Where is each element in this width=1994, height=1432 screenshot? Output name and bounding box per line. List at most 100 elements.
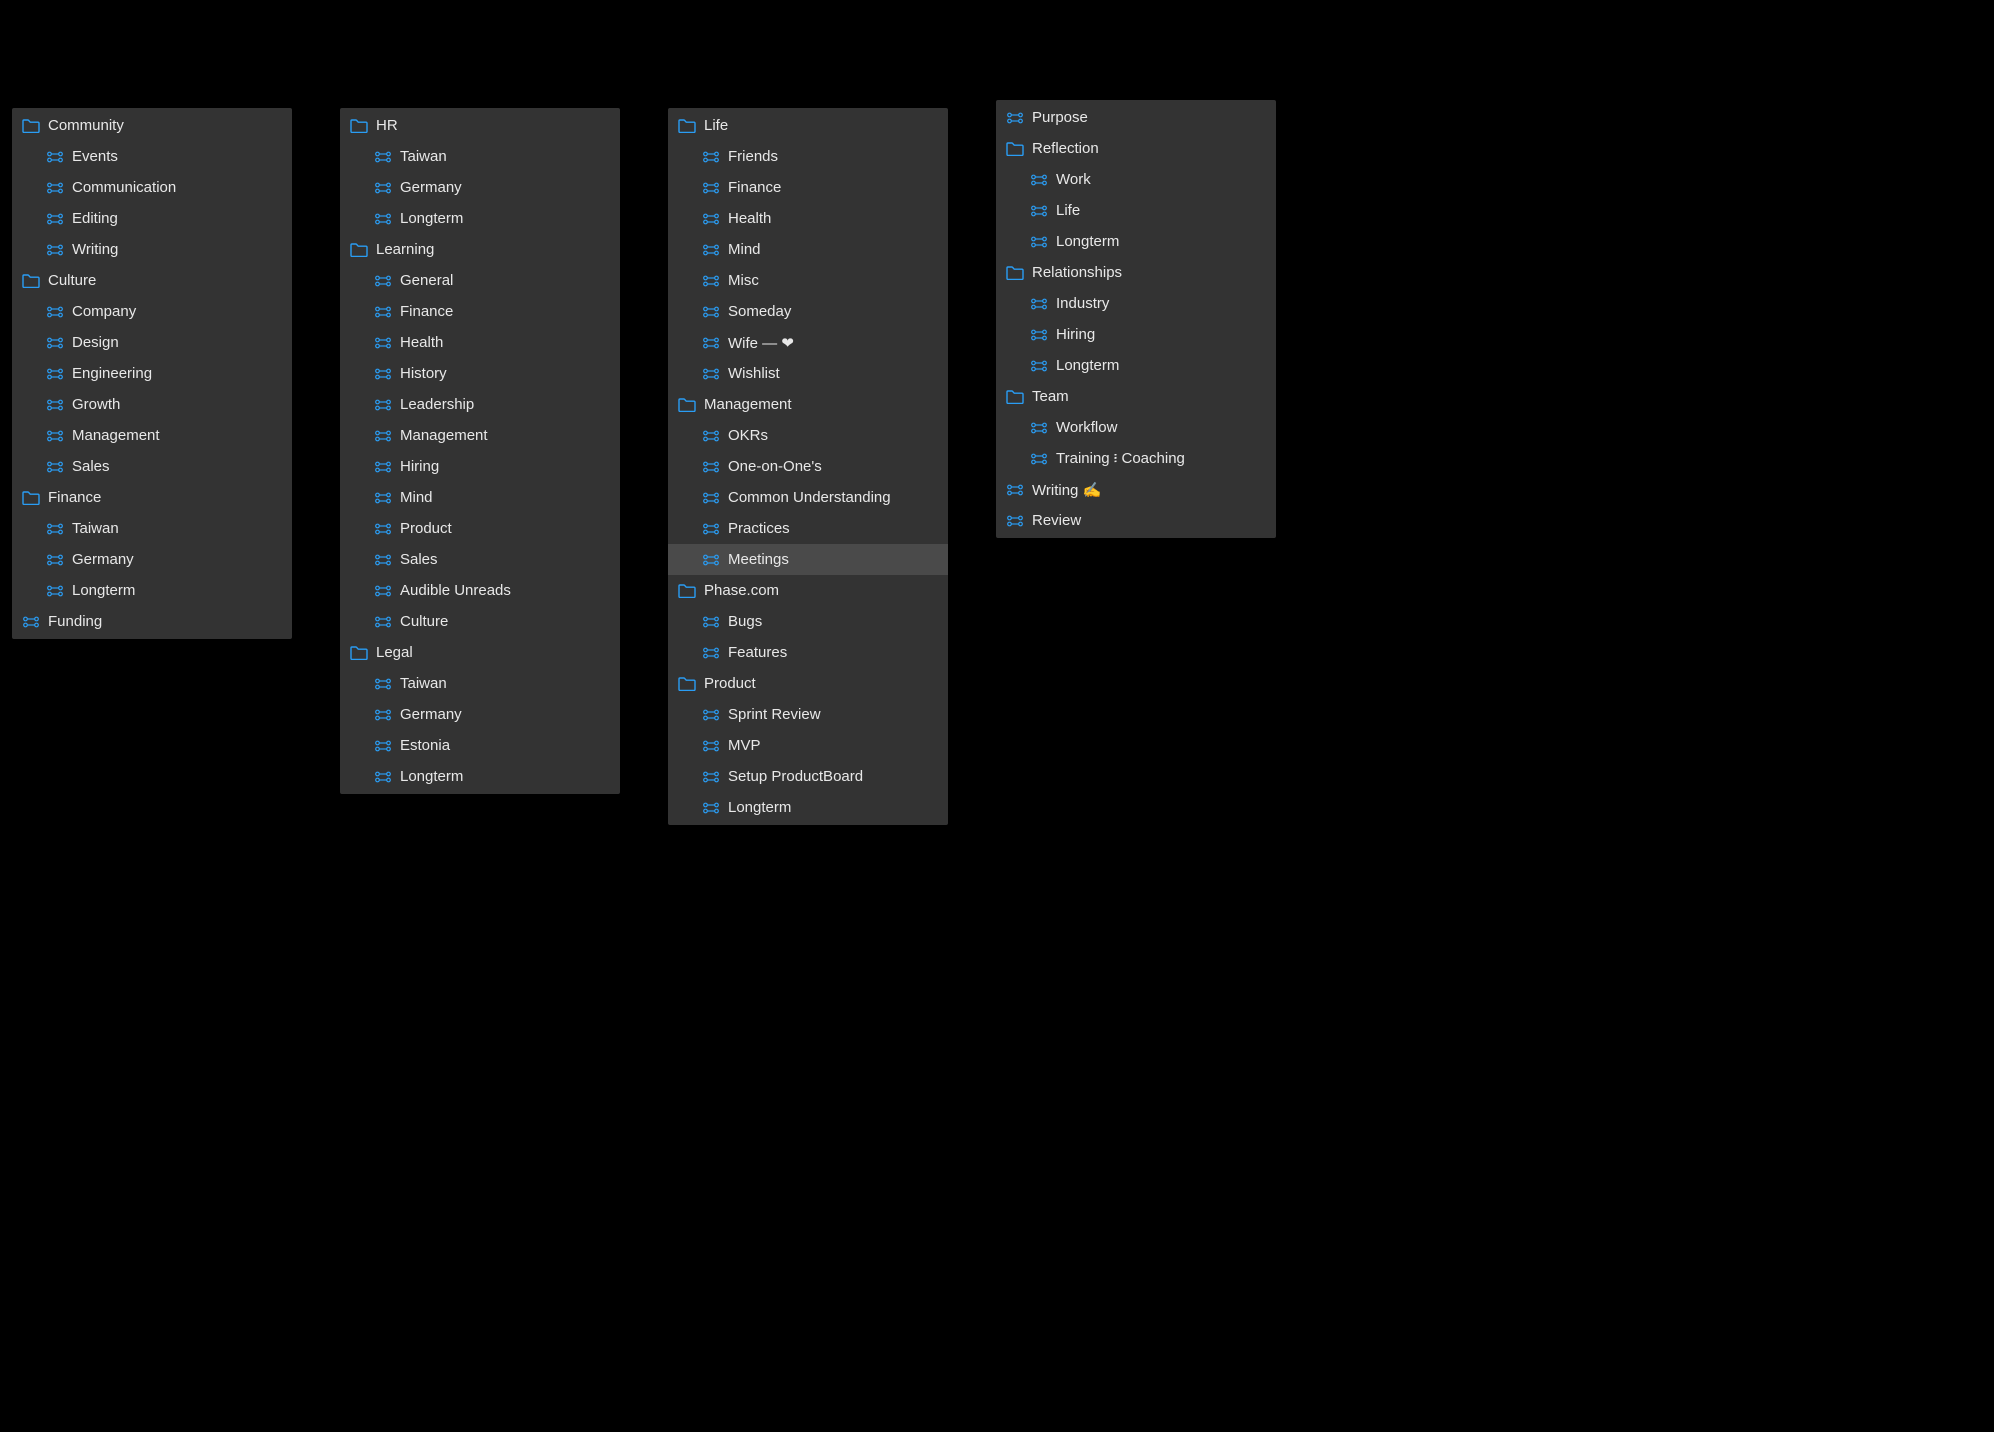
item-label: Taiwan	[400, 148, 447, 165]
node-row[interactable]: Taiwan	[340, 668, 620, 699]
node-row[interactable]: Longterm	[12, 575, 292, 606]
node-row[interactable]: Finance	[340, 296, 620, 327]
node-row[interactable]: Longterm	[668, 792, 948, 823]
node-row[interactable]: Bugs	[668, 606, 948, 637]
node-row[interactable]: Longterm	[996, 226, 1276, 257]
node-row[interactable]: Writing	[12, 234, 292, 265]
node-row[interactable]: Culture	[340, 606, 620, 637]
node-row[interactable]: Mind	[340, 482, 620, 513]
mindmap-icon	[702, 243, 720, 257]
node-row[interactable]: One-on-One's	[668, 451, 948, 482]
folder-icon	[22, 274, 40, 288]
folder-icon	[350, 646, 368, 660]
item-label: Editing	[72, 210, 118, 227]
node-row[interactable]: Mind	[668, 234, 948, 265]
mindmap-icon	[374, 150, 392, 164]
node-row[interactable]: Funding	[12, 606, 292, 637]
folder-row[interactable]: Learning	[340, 234, 620, 265]
folder-row[interactable]: Community	[12, 110, 292, 141]
folder-row[interactable]: HR	[340, 110, 620, 141]
node-row[interactable]: Review	[996, 505, 1276, 536]
mindmap-icon	[46, 305, 64, 319]
item-label: Mind	[728, 241, 761, 258]
folder-row[interactable]: Relationships	[996, 257, 1276, 288]
node-row[interactable]: Features	[668, 637, 948, 668]
item-label: Reflection	[1032, 140, 1099, 157]
folder-row[interactable]: Product	[668, 668, 948, 699]
node-row[interactable]: Engineering	[12, 358, 292, 389]
node-row[interactable]: Management	[12, 420, 292, 451]
node-row[interactable]: Workflow	[996, 412, 1276, 443]
node-row[interactable]: Purpose	[996, 102, 1276, 133]
node-row[interactable]: Health	[340, 327, 620, 358]
node-row[interactable]: Management	[340, 420, 620, 451]
node-row[interactable]: Germany	[340, 699, 620, 730]
folder-row[interactable]: Finance	[12, 482, 292, 513]
node-row[interactable]: History	[340, 358, 620, 389]
mindmap-icon	[1006, 514, 1024, 528]
node-row[interactable]: OKRs	[668, 420, 948, 451]
item-label: Germany	[72, 551, 134, 568]
node-row[interactable]: Leadership	[340, 389, 620, 420]
node-row[interactable]: Misc	[668, 265, 948, 296]
item-label: Review	[1032, 512, 1081, 529]
mindmap-icon	[702, 150, 720, 164]
folder-row[interactable]: Management	[668, 389, 948, 420]
node-row[interactable]: Friends	[668, 141, 948, 172]
node-row[interactable]: Events	[12, 141, 292, 172]
mindmap-icon	[702, 274, 720, 288]
node-row[interactable]: Industry	[996, 288, 1276, 319]
node-row[interactable]: Training ፧ Coaching	[996, 443, 1276, 474]
node-row[interactable]: Setup ProductBoard	[668, 761, 948, 792]
item-label: Life	[1056, 202, 1080, 219]
node-row[interactable]: Wife — ❤	[668, 327, 948, 358]
node-row[interactable]: Practices	[668, 513, 948, 544]
node-row[interactable]: Taiwan	[12, 513, 292, 544]
node-row[interactable]: Health	[668, 203, 948, 234]
node-row[interactable]: Meetings	[668, 544, 948, 575]
node-row[interactable]: Taiwan	[340, 141, 620, 172]
folder-row[interactable]: Phase.com	[668, 575, 948, 606]
node-row[interactable]: Finance	[668, 172, 948, 203]
node-row[interactable]: Sprint Review	[668, 699, 948, 730]
node-row[interactable]: Someday	[668, 296, 948, 327]
folder-row[interactable]: Reflection	[996, 133, 1276, 164]
node-row[interactable]: Longterm	[340, 203, 620, 234]
item-label: MVP	[728, 737, 761, 754]
node-row[interactable]: Germany	[12, 544, 292, 575]
node-row[interactable]: Work	[996, 164, 1276, 195]
mindmap-icon	[702, 646, 720, 660]
node-row[interactable]: Company	[12, 296, 292, 327]
folder-row[interactable]: Team	[996, 381, 1276, 412]
item-label: Leadership	[400, 396, 474, 413]
item-label: Finance	[400, 303, 453, 320]
node-row[interactable]: Longterm	[996, 350, 1276, 381]
node-row[interactable]: Estonia	[340, 730, 620, 761]
node-row[interactable]: Editing	[12, 203, 292, 234]
node-row[interactable]: Hiring	[340, 451, 620, 482]
mindmap-icon	[702, 708, 720, 722]
node-row[interactable]: Germany	[340, 172, 620, 203]
item-label: General	[400, 272, 453, 289]
node-row[interactable]: Audible Unreads	[340, 575, 620, 606]
node-row[interactable]: Writing ✍	[996, 474, 1276, 505]
node-row[interactable]: Sales	[340, 544, 620, 575]
item-label: Engineering	[72, 365, 152, 382]
mindmap-icon	[1006, 483, 1024, 497]
node-row[interactable]: Sales	[12, 451, 292, 482]
node-row[interactable]: General	[340, 265, 620, 296]
node-row[interactable]: Hiring	[996, 319, 1276, 350]
node-row[interactable]: Common Understanding	[668, 482, 948, 513]
node-row[interactable]: Wishlist	[668, 358, 948, 389]
node-row[interactable]: Life	[996, 195, 1276, 226]
node-row[interactable]: Growth	[12, 389, 292, 420]
item-label: Growth	[72, 396, 120, 413]
node-row[interactable]: Communication	[12, 172, 292, 203]
node-row[interactable]: Longterm	[340, 761, 620, 792]
node-row[interactable]: Design	[12, 327, 292, 358]
folder-row[interactable]: Culture	[12, 265, 292, 296]
folder-row[interactable]: Life	[668, 110, 948, 141]
node-row[interactable]: MVP	[668, 730, 948, 761]
node-row[interactable]: Product	[340, 513, 620, 544]
folder-row[interactable]: Legal	[340, 637, 620, 668]
